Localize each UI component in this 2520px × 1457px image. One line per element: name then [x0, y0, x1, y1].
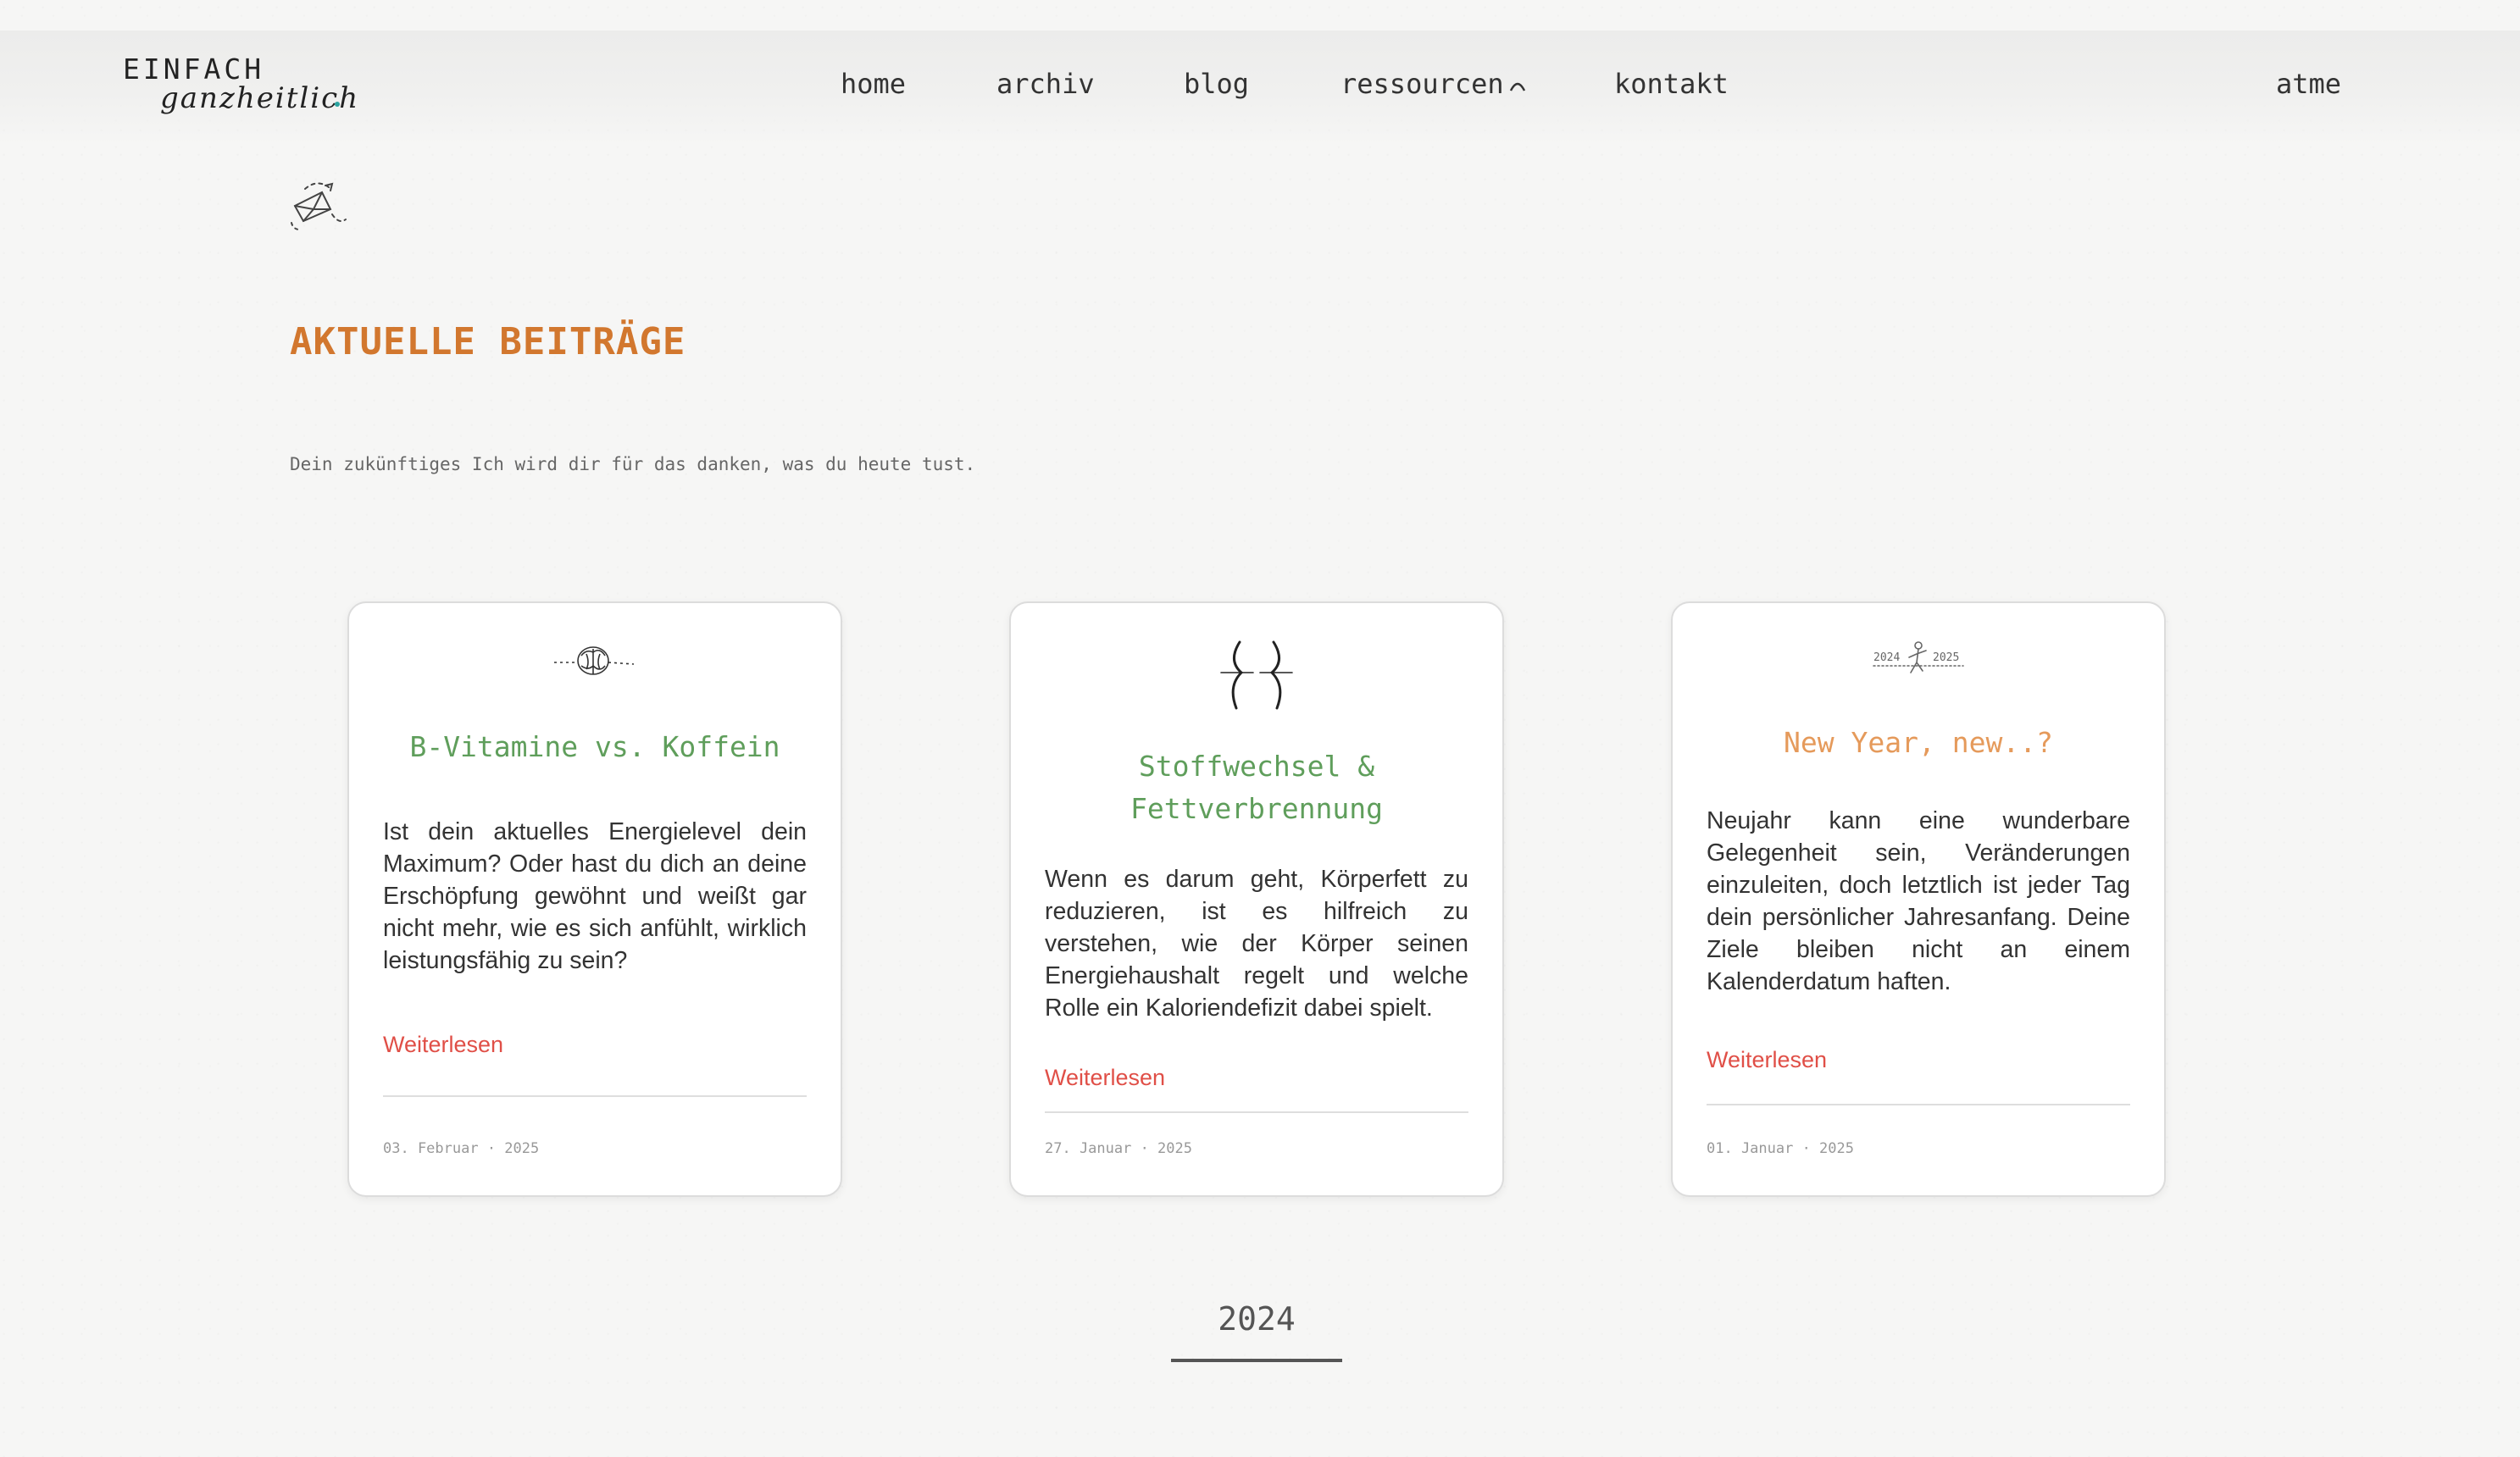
year-tab-2024[interactable]: 2024 — [1171, 1300, 1342, 1338]
card-divider — [1707, 1104, 2130, 1105]
section-title: AKTUELLE BEITRÄGE — [290, 320, 686, 363]
post-excerpt: Neujahr kann eine wunderbare Gelegenheit… — [1707, 807, 2130, 995]
nav-atme[interactable]: atme — [2276, 68, 2341, 100]
post-date: 03. Februar · 2025 — [383, 1140, 540, 1157]
year-label-left: 2024 — [1873, 651, 1900, 664]
post-title[interactable]: B-Vitamine vs. Koffein — [383, 726, 807, 768]
post-title[interactable]: New Year, new..? — [1707, 722, 2130, 764]
card-illustration — [1011, 637, 1502, 713]
nav-home[interactable]: home — [841, 68, 906, 100]
site-logo[interactable]: EINFACH ganzheitlich — [123, 53, 369, 120]
post-excerpt: Ist dein aktuelles Energielevel dein Max… — [383, 818, 807, 974]
post-card[interactable]: Stoffwechsel & Fettverbrennung Wenn es d… — [1009, 601, 1504, 1197]
logo-line-2: ganzheitlich — [160, 81, 360, 115]
post-excerpt: Wenn es darum geht, Körperfett zu reduzi… — [1045, 866, 1468, 1022]
nav-ressourcen-label: ressourcen — [1340, 68, 1504, 100]
post-card[interactable]: 2024 2025 New Year, new..? Neujahr kann … — [1671, 601, 2166, 1197]
read-more-link[interactable]: Weiterlesen — [1707, 1047, 1827, 1073]
read-more-link[interactable]: Weiterlesen — [1045, 1065, 1165, 1091]
brain-icon — [554, 646, 635, 675]
envelope-sketch-icon — [291, 182, 347, 230]
nav-ressourcen[interactable]: ressourcen — [1340, 68, 1526, 100]
year-label-right: 2025 — [1933, 651, 1959, 664]
chevron-up-icon — [1509, 82, 1525, 91]
card-illustration — [349, 637, 841, 684]
year-transition-icon: 2024 2025 — [1873, 641, 1964, 673]
header-bar — [0, 30, 2520, 146]
post-title[interactable]: Stoffwechsel & Fettverbrennung — [1045, 745, 1468, 830]
nav-kontakt[interactable]: kontakt — [1614, 68, 1729, 100]
section-subtitle: Dein zukünftiges Ich wird dir für das da… — [290, 454, 976, 474]
post-card[interactable]: B-Vitamine vs. Koffein Ist dein aktuelle… — [347, 601, 842, 1197]
post-date: 27. Januar · 2025 — [1045, 1140, 1192, 1157]
nav-archiv[interactable]: archiv — [996, 68, 1095, 100]
card-divider — [1045, 1111, 1468, 1113]
card-divider — [383, 1095, 807, 1097]
post-date: 01. Januar · 2025 — [1707, 1140, 1854, 1157]
waist-curves-icon — [1220, 640, 1293, 710]
card-illustration: 2024 2025 — [1673, 639, 2164, 683]
year-tab-underline — [1171, 1359, 1342, 1362]
nav-blog[interactable]: blog — [1184, 68, 1249, 100]
logo-dot — [335, 102, 340, 107]
read-more-link[interactable]: Weiterlesen — [383, 1032, 503, 1058]
